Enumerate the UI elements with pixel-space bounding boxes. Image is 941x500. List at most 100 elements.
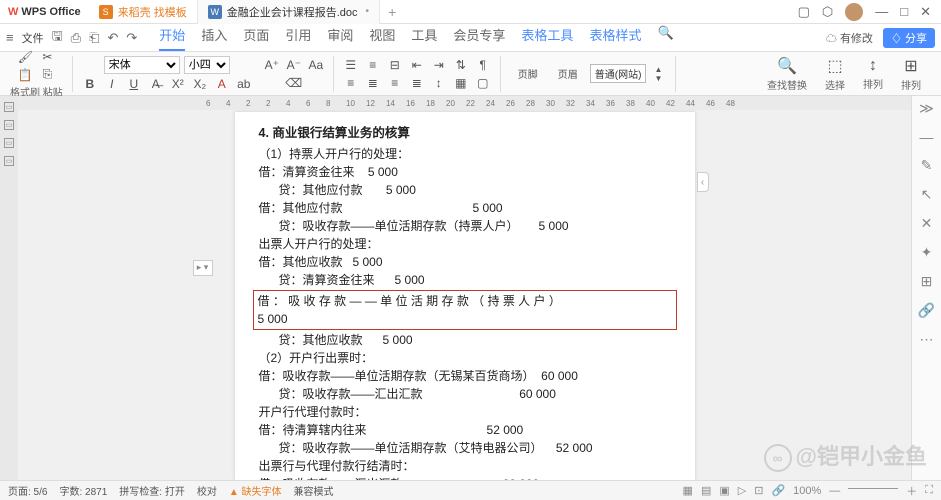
font-name-select[interactable]: 宋体 <box>104 56 180 74</box>
tab-template[interactable]: S 来稻壳 找模板 <box>89 0 198 24</box>
thumb-page[interactable]: ▭ <box>4 102 14 112</box>
zoom-in-icon[interactable]: ＋ <box>906 483 917 499</box>
tab-add-button[interactable]: + <box>380 4 404 20</box>
tab-document[interactable]: W 金融企业会计课程报告.doc • <box>198 0 380 24</box>
lineheight-button[interactable]: ↕排列 <box>855 57 891 91</box>
bullets-icon[interactable]: ☰ <box>343 57 359 73</box>
menu-ref[interactable]: 引用 <box>285 25 311 51</box>
format-painter-icon[interactable]: 🖌 <box>17 49 33 65</box>
undo-icon[interactable]: ↶ <box>107 30 118 46</box>
link-icon[interactable]: 🔗 <box>918 302 935 319</box>
side-tab-handle[interactable]: ‹ <box>697 172 709 192</box>
view-web-icon[interactable]: ▣ <box>719 484 729 497</box>
clear-format-icon[interactable]: ⌫ <box>286 75 302 91</box>
sparkle-icon[interactable]: ✦ <box>921 244 933 261</box>
italic-icon[interactable]: I <box>104 76 120 92</box>
arrange-button[interactable]: ⊞排列 <box>893 56 929 92</box>
minimize-button[interactable]: ― <box>875 4 888 19</box>
minus-icon[interactable]: ― <box>920 129 934 145</box>
menu-view[interactable]: 视图 <box>369 25 395 51</box>
avatar[interactable] <box>845 3 863 21</box>
cut-icon[interactable]: ✂ <box>39 49 55 65</box>
menu-page[interactable]: 页面 <box>243 25 269 51</box>
select-button[interactable]: ⬚选择 <box>817 56 853 92</box>
save-icon[interactable]: 🖫 <box>52 27 63 49</box>
align-center-icon[interactable]: ≣ <box>365 75 381 91</box>
page-counter[interactable]: 页面: 5/6 <box>8 483 47 498</box>
app-grid-icon[interactable]: ▢ <box>798 4 810 20</box>
word-count[interactable]: 字数: 2871 <box>59 483 107 498</box>
print-icon[interactable]: ⎙ <box>71 30 81 46</box>
multilevel-icon[interactable]: ⊟ <box>387 57 403 73</box>
search-icon[interactable]: 🔍 <box>657 25 673 51</box>
close-button[interactable]: ✕ <box>920 4 931 20</box>
paste-icon[interactable]: 📋 <box>17 67 33 83</box>
menu-tabletools[interactable]: 表格工具 <box>521 25 573 51</box>
borders-icon[interactable]: ▢ <box>475 75 491 91</box>
maximize-button[interactable]: □ <box>900 4 908 19</box>
change-case-icon[interactable]: Aa <box>308 57 324 73</box>
zoom-level[interactable]: 100% <box>793 485 821 497</box>
page-style-select[interactable]: 普通(网站) <box>590 64 647 83</box>
cursor-icon[interactable]: ↖ <box>921 186 933 203</box>
file-menu[interactable]: 文件 <box>22 30 44 46</box>
line-spacing-icon[interactable]: ↕ <box>431 75 447 91</box>
spellcheck-status[interactable]: 拼写检查: 打开 <box>119 483 185 498</box>
pencil-icon[interactable]: ✎ <box>921 157 933 174</box>
page-header-button[interactable]: 页眉 <box>550 66 586 81</box>
share-button[interactable]: ♢ 分享 <box>883 28 935 48</box>
find-replace-button[interactable]: 🔍查找替换 <box>759 56 815 92</box>
menu-review[interactable]: 审阅 <box>327 25 353 51</box>
menu-tools[interactable]: 工具 <box>411 25 437 51</box>
collapse-panel-icon[interactable]: ≫ <box>919 100 934 117</box>
grow-font-icon[interactable]: A⁺ <box>264 57 280 73</box>
more-icon[interactable]: ⋯ <box>920 331 934 348</box>
shrink-font-icon[interactable]: A⁻ <box>286 57 302 73</box>
menu-member[interactable]: 会员专享 <box>453 25 505 51</box>
fullscreen-icon[interactable]: ⛶ <box>925 484 933 497</box>
shading-icon[interactable]: ▦ <box>453 75 469 91</box>
link-icon-status[interactable]: 🔗 <box>771 484 785 497</box>
underline-icon[interactable]: U <box>126 76 142 92</box>
sub-icon[interactable]: X₂ <box>192 76 208 92</box>
copy-icon[interactable]: ⎘ <box>39 67 55 83</box>
horizontal-ruler[interactable]: 6422468101214161820222426283032343638404… <box>18 96 911 110</box>
spinner-up-icon[interactable]: ▲▼ <box>650 66 666 82</box>
sidebar-collapse-button[interactable]: ▸ ▾ <box>193 260 213 276</box>
outdent-icon[interactable]: ⇤ <box>409 57 425 73</box>
font-size-select[interactable]: 小四 <box>184 56 230 74</box>
proofing-status[interactable]: 校对 <box>197 483 217 498</box>
align-left-icon[interactable]: ≡ <box>343 75 359 91</box>
thumb-page[interactable]: ▭ <box>4 138 14 148</box>
thumb-page[interactable]: ▭ <box>4 156 14 166</box>
strike-icon[interactable]: A̶ <box>148 76 164 92</box>
document-page[interactable]: ▸ ▾ ‹ 4. 商业银行结算业务的核算 （1）持票人开户行的处理： 借：清算资… <box>235 112 695 480</box>
menu-insert[interactable]: 插入 <box>201 25 227 51</box>
redo-icon[interactable]: ↷ <box>126 30 137 46</box>
view-read-icon[interactable]: ▤ <box>701 484 711 497</box>
view-print-icon[interactable]: ▦ <box>683 484 693 497</box>
layout-icon[interactable]: ⊞ <box>921 273 933 290</box>
missing-font-warning[interactable]: ▲ 缺失字体 <box>229 483 282 498</box>
preview-icon[interactable]: ⎗ <box>89 30 99 46</box>
cube-icon[interactable]: ⬡ <box>822 4 833 20</box>
hamburger-icon[interactable]: ≡ <box>6 30 14 45</box>
numbering-icon[interactable]: ≡ <box>365 57 381 73</box>
font-color-icon[interactable]: A <box>214 76 230 92</box>
thumb-page[interactable]: ▭ <box>4 120 14 130</box>
close-panel-icon[interactable]: ✕ <box>921 215 933 232</box>
highlight-icon[interactable]: ab <box>236 76 252 92</box>
bold-icon[interactable]: B <box>82 76 98 92</box>
cloud-status[interactable]: ☁ 有修改 <box>826 30 873 46</box>
show-marks-icon[interactable]: ¶ <box>475 57 491 73</box>
align-right-icon[interactable]: ≡ <box>387 75 403 91</box>
justify-icon[interactable]: ≣ <box>409 75 425 91</box>
view-focus-icon[interactable]: ⊡ <box>754 484 763 497</box>
zoom-out-icon[interactable]: ― <box>829 485 840 497</box>
indent-icon[interactable]: ⇥ <box>431 57 447 73</box>
zoom-slider[interactable] <box>848 488 898 489</box>
page-footer-button[interactable]: 页脚 <box>510 66 546 81</box>
menu-start[interactable]: 开始 <box>159 25 185 51</box>
sort-icon[interactable]: ⇅ <box>453 57 469 73</box>
view-outline-icon[interactable]: ▷ <box>738 484 746 497</box>
